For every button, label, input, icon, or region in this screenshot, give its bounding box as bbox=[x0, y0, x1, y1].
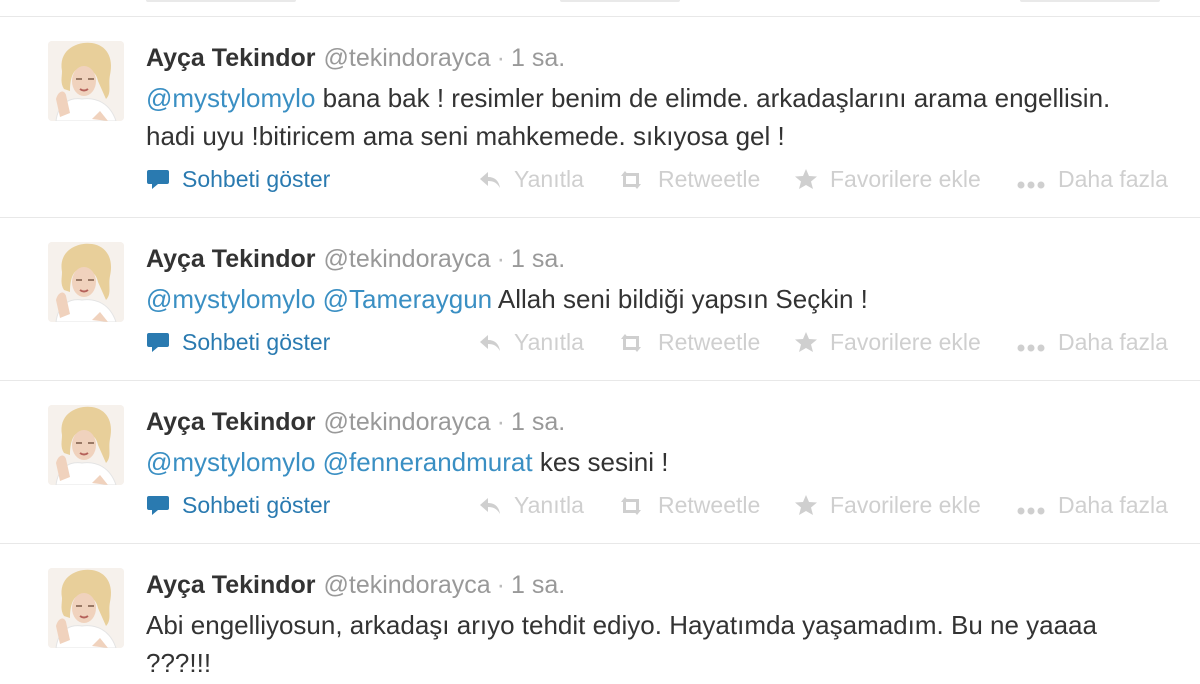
retweet-icon bbox=[616, 166, 658, 192]
tweet-text: @mystylomylo @fennerandmurat kes sesini … bbox=[146, 443, 1156, 481]
show-conversation-button[interactable]: Sohbeti göster bbox=[146, 489, 330, 521]
tweet-header: Ayça Tekindor @tekindorayca · 1 sa. bbox=[146, 405, 565, 439]
favorite-button[interactable]: Favorilere ekle bbox=[794, 326, 981, 358]
tweet-actions: Sohbeti göster Yanıtla Retweetle Favorilere… bbox=[146, 326, 1186, 358]
favorite-button[interactable]: Favorilere ekle bbox=[794, 163, 981, 195]
author-name[interactable]: Ayça Tekindor bbox=[146, 408, 316, 436]
tweet-actions: Sohbeti göster Yanıtla Retweetle Favorilere… bbox=[146, 489, 1186, 521]
more-button[interactable]: Daha fazla bbox=[1016, 489, 1168, 521]
reply-label: Yanıtla bbox=[514, 492, 584, 518]
tweet-header: Ayça Tekindor @tekindorayca · 1 sa. bbox=[146, 41, 565, 75]
meta-separator: · bbox=[496, 571, 505, 599]
reply-label: Yanıtla bbox=[514, 329, 584, 355]
tweet-text-segment bbox=[315, 284, 322, 314]
tweet-text-segment bbox=[315, 447, 322, 477]
mention-link[interactable]: @mystylomylo bbox=[146, 284, 315, 314]
tweet-actions: Sohbeti göster Yanıtla Retweetle Favorilere… bbox=[146, 163, 1186, 195]
reply-arrow-icon bbox=[478, 166, 514, 192]
speech-bubble-icon bbox=[146, 329, 182, 355]
speech-bubble-icon bbox=[146, 492, 182, 518]
speech-bubble-icon bbox=[146, 166, 182, 192]
reply-arrow-icon bbox=[478, 492, 514, 518]
tweet-item[interactable]: Ayça Tekindor @tekindorayca · 1 sa. Abi enge… bbox=[0, 544, 1200, 684]
ellipsis-icon bbox=[1016, 329, 1058, 355]
retweet-button[interactable]: Retweetle bbox=[616, 163, 760, 195]
tweet-header: Ayça Tekindor @tekindorayca · 1 sa. bbox=[146, 242, 565, 276]
retweet-label: Retweetle bbox=[658, 492, 761, 518]
more-label: Daha fazla bbox=[1058, 166, 1168, 192]
author-name[interactable]: Ayça Tekindor bbox=[146, 571, 316, 599]
more-button[interactable]: Daha fazla bbox=[1016, 326, 1168, 358]
favorite-label: Favorilere ekle bbox=[830, 329, 981, 355]
author-handle[interactable]: @tekindorayca bbox=[324, 571, 491, 599]
avatar[interactable] bbox=[48, 405, 124, 485]
tweet-text: @mystylomylo @Tameraygun Allah seni bild… bbox=[146, 280, 1156, 318]
author-handle[interactable]: @tekindorayca bbox=[324, 44, 491, 72]
show-conversation-label: Sohbeti göster bbox=[182, 329, 331, 355]
reply-arrow-icon bbox=[478, 329, 514, 355]
author-name[interactable]: Ayça Tekindor bbox=[146, 245, 316, 273]
tweet-timestamp[interactable]: 1 sa. bbox=[511, 571, 565, 599]
show-conversation-label: Sohbeti göster bbox=[182, 492, 331, 518]
retweet-label: Retweetle bbox=[658, 329, 761, 355]
previous-tweet-action-fragment bbox=[1020, 0, 1160, 2]
more-label: Daha fazla bbox=[1058, 492, 1168, 518]
previous-tweet-action-fragment bbox=[560, 0, 680, 2]
previous-tweet-edge bbox=[0, 0, 1200, 17]
tweet-timestamp[interactable]: 1 sa. bbox=[511, 44, 565, 72]
star-icon bbox=[794, 492, 830, 518]
tweet-text: @mystylomylo bana bak ! resimler benim d… bbox=[146, 79, 1156, 155]
previous-tweet-action-fragment bbox=[146, 0, 296, 2]
retweet-button[interactable]: Retweetle bbox=[616, 326, 760, 358]
tweet-timeline: Ayça Tekindor @tekindorayca · 1 sa. @mystylo… bbox=[0, 0, 1200, 684]
show-conversation-button[interactable]: Sohbeti göster bbox=[146, 163, 330, 195]
meta-separator: · bbox=[496, 408, 505, 436]
more-button[interactable]: Daha fazla bbox=[1016, 163, 1168, 195]
tweet-timestamp[interactable]: 1 sa. bbox=[511, 408, 565, 436]
retweet-icon bbox=[616, 329, 658, 355]
tweet-item[interactable]: Ayça Tekindor @tekindorayca · 1 sa. @mystylo… bbox=[0, 17, 1200, 218]
ellipsis-icon bbox=[1016, 166, 1058, 192]
author-handle[interactable]: @tekindorayca bbox=[324, 408, 491, 436]
avatar[interactable] bbox=[48, 41, 124, 121]
mention-link[interactable]: @mystylomylo bbox=[146, 83, 315, 113]
favorite-label: Favorilere ekle bbox=[830, 492, 981, 518]
tweet-timestamp[interactable]: 1 sa. bbox=[511, 245, 565, 273]
reply-button[interactable]: Yanıtla bbox=[478, 163, 584, 195]
tweet-item[interactable]: Ayça Tekindor @tekindorayca · 1 sa. @mystylo… bbox=[0, 381, 1200, 544]
reply-button[interactable]: Yanıtla bbox=[478, 489, 584, 521]
favorite-button[interactable]: Favorilere ekle bbox=[794, 489, 981, 521]
more-label: Daha fazla bbox=[1058, 329, 1168, 355]
meta-separator: · bbox=[496, 44, 505, 72]
retweet-button[interactable]: Retweetle bbox=[616, 489, 760, 521]
tweet-header: Ayça Tekindor @tekindorayca · 1 sa. bbox=[146, 568, 565, 602]
avatar[interactable] bbox=[48, 568, 124, 648]
tweet-text-segment: Allah seni bildiği yapsın Seçkin ! bbox=[492, 284, 868, 314]
tweet-text-segment: kes sesini ! bbox=[532, 447, 669, 477]
reply-button[interactable]: Yanıtla bbox=[478, 326, 584, 358]
tweet-item[interactable]: Ayça Tekindor @tekindorayca · 1 sa. @mystylo… bbox=[0, 218, 1200, 381]
author-handle[interactable]: @tekindorayca bbox=[324, 245, 491, 273]
star-icon bbox=[794, 329, 830, 355]
star-icon bbox=[794, 166, 830, 192]
tweet-text: Abi engelliyosun, arkadaşı arıyo tehdit … bbox=[146, 606, 1156, 682]
retweet-label: Retweetle bbox=[658, 166, 761, 192]
mention-link[interactable]: @Tameraygun bbox=[323, 284, 492, 314]
mention-link[interactable]: @mystylomylo bbox=[146, 447, 315, 477]
reply-label: Yanıtla bbox=[514, 166, 584, 192]
show-conversation-button[interactable]: Sohbeti göster bbox=[146, 326, 330, 358]
retweet-icon bbox=[616, 492, 658, 518]
tweet-text-segment: Abi engelliyosun, arkadaşı arıyo tehdit … bbox=[146, 610, 1097, 678]
ellipsis-icon bbox=[1016, 492, 1058, 518]
favorite-label: Favorilere ekle bbox=[830, 166, 981, 192]
show-conversation-label: Sohbeti göster bbox=[182, 166, 331, 192]
author-name[interactable]: Ayça Tekindor bbox=[146, 44, 316, 72]
avatar[interactable] bbox=[48, 242, 124, 322]
meta-separator: · bbox=[496, 245, 505, 273]
mention-link[interactable]: @fennerandmurat bbox=[323, 447, 533, 477]
